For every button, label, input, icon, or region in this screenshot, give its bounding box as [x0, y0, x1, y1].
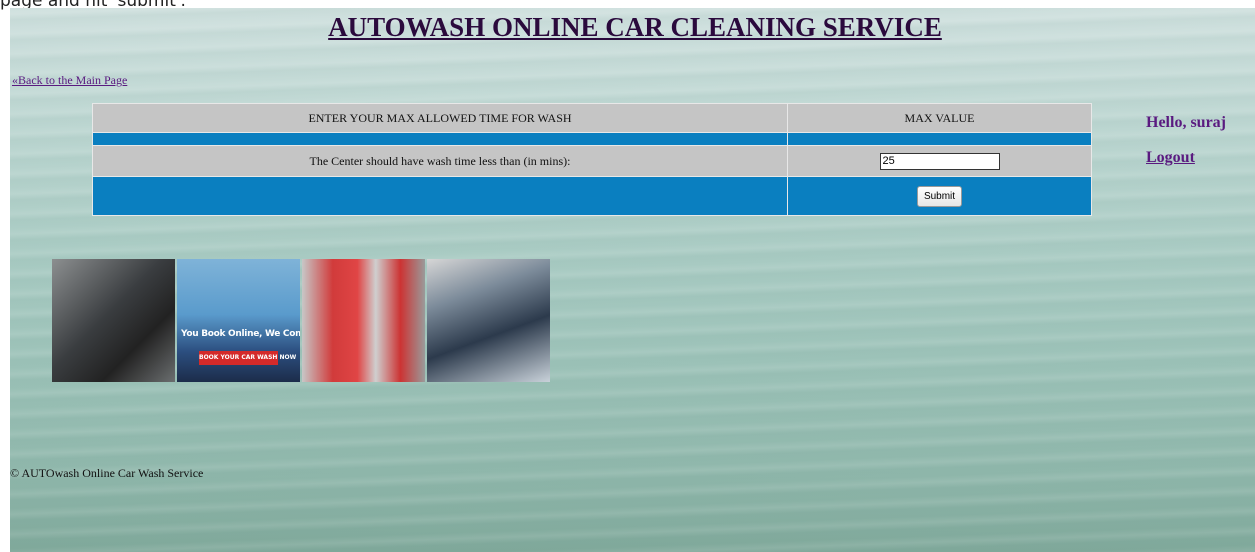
submit-cell: Submit	[787, 176, 1092, 216]
back-to-main-link[interactable]: «Back to the Main Page	[12, 73, 127, 88]
book-car-wash-banner: BOOK YOUR CAR WASH NOW	[199, 351, 296, 365]
wash-time-label: The Center should have wash time less th…	[92, 145, 788, 177]
footer-copyright: © AUTOwash Online Car Wash Service	[10, 466, 204, 480]
table-input-row: The Center should have wash time less th…	[92, 145, 1092, 177]
max-wash-time-input[interactable]	[879, 152, 1000, 170]
submit-row-empty-cell	[92, 176, 788, 216]
max-time-form-table: ENTER YOUR MAX ALLOWED TIME FOR WASH MAX…	[92, 103, 1092, 216]
user-greeting: Hello, suraj	[1146, 114, 1226, 131]
spacer-cell	[787, 132, 1092, 146]
soapy-car-image	[427, 259, 550, 382]
header-cell-time: ENTER YOUR MAX ALLOWED TIME FOR WASH	[92, 103, 788, 133]
table-header-row: ENTER YOUR MAX ALLOWED TIME FOR WASH MAX…	[92, 103, 1092, 133]
table-submit-row: Submit	[92, 176, 1092, 216]
wash-time-input-cell	[787, 145, 1092, 177]
header-cell-max-value: MAX VALUE	[787, 103, 1092, 133]
mobile-wash-van-image: You Book Online, We Come to You BOOK YOU…	[177, 259, 300, 382]
spacer-cell	[92, 132, 788, 146]
car-wash-banner: You Book Online, We Come to You BOOK YOU…	[52, 259, 550, 382]
man-washing-car-image	[52, 259, 175, 382]
table-spacer-row	[92, 132, 1092, 146]
car-wash-brushes-image	[302, 259, 425, 382]
page-title: AUTOWASH ONLINE CAR CLEANING SERVICE	[328, 12, 942, 42]
logout-link[interactable]: Logout	[1146, 149, 1195, 167]
banner-tagline: You Book Online, We Come to You	[181, 329, 300, 339]
submit-button[interactable]: Submit	[916, 185, 963, 207]
